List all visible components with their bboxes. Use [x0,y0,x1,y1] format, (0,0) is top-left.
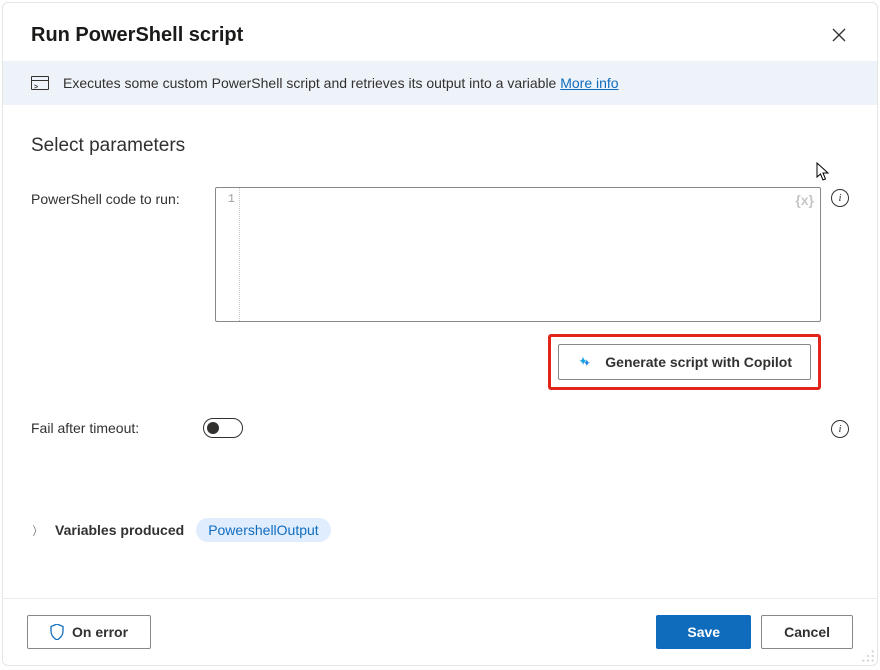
cancel-button[interactable]: Cancel [761,615,853,649]
info-icon[interactable]: i [831,420,849,438]
dialog-content: Select parameters PowerShell code to run… [3,105,877,598]
generate-script-copilot-button[interactable]: Generate script with Copilot [558,344,811,380]
dialog-title: Run PowerShell script [31,24,243,47]
on-error-button[interactable]: On error [27,615,151,649]
shield-icon [50,624,64,640]
info-banner: Executes some custom PowerShell script a… [3,61,877,105]
resize-grip-icon[interactable] [861,649,875,663]
toggle-fail-after-timeout[interactable] [203,418,243,438]
banner-description: Executes some custom PowerShell script a… [63,75,556,91]
copilot-highlight-box: Generate script with Copilot [548,334,821,390]
chevron-right-icon[interactable]: 〉 [33,522,41,539]
row-fail-after-timeout: Fail after timeout: i [31,418,849,438]
dialog-header: Run PowerShell script [3,3,877,61]
close-button[interactable] [825,21,853,49]
code-input[interactable] [240,188,820,321]
more-info-link[interactable]: More info [560,75,618,91]
close-icon [832,28,846,42]
code-gutter: 1 [216,188,240,321]
save-button[interactable]: Save [656,615,751,649]
label-fail-after-timeout: Fail after timeout: [31,420,203,436]
label-variables-produced[interactable]: Variables produced [55,522,184,538]
section-heading: Select parameters [31,135,849,157]
variable-pill-powershell-output[interactable]: PowershellOutput [196,518,331,542]
insert-variable-icon[interactable]: {x} [795,192,814,208]
terminal-icon [31,76,49,90]
info-icon[interactable]: i [831,189,849,207]
row-variables-produced: 〉 Variables produced PowershellOutput [31,518,849,542]
row-powershell-code: PowerShell code to run: 1 {x} i [31,187,849,322]
on-error-label: On error [72,624,128,640]
copilot-icon [577,353,595,371]
code-editor[interactable]: 1 {x} [215,187,821,322]
dialog-run-powershell-script: Run PowerShell script Executes some cust… [2,2,878,666]
copilot-button-label: Generate script with Copilot [605,354,792,370]
banner-text: Executes some custom PowerShell script a… [63,75,619,91]
dialog-footer: On error Save Cancel [3,598,877,665]
label-powershell-code: PowerShell code to run: [31,187,203,207]
